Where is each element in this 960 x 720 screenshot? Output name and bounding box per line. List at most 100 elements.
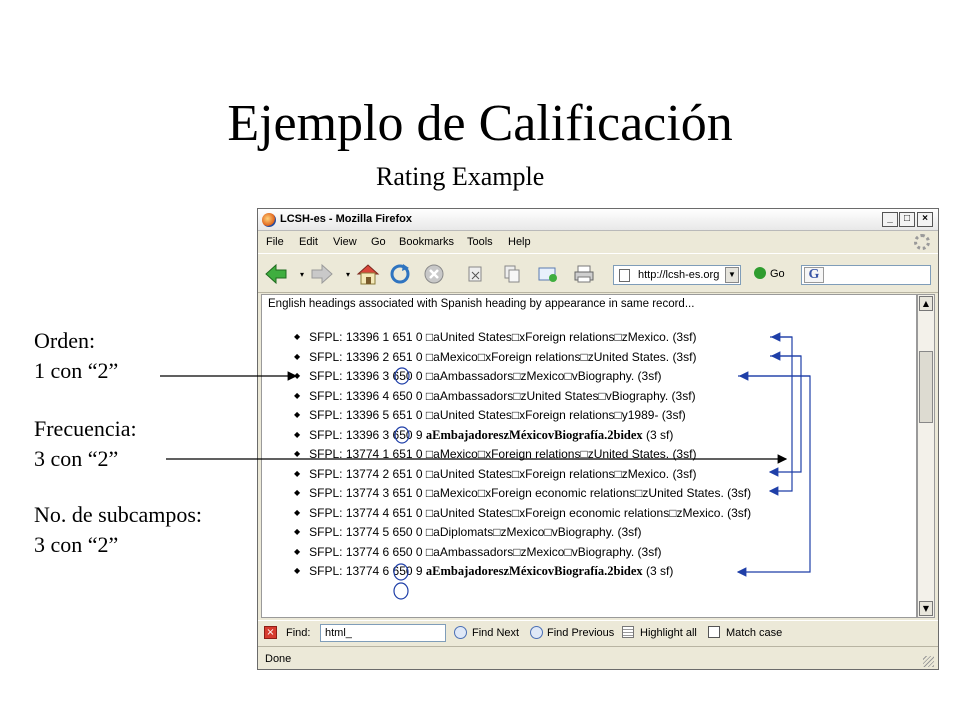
record-heading: □aUnited States□xForeign relations□zMexi… <box>425 466 697 481</box>
menu-bookmarks[interactable]: Bookmarks <box>399 236 454 248</box>
slide-subtitle: Rating Example <box>376 162 545 191</box>
match-case-label[interactable]: Match case <box>726 627 782 639</box>
record-prefix: SFPL: 13774 5 650 0 <box>309 525 426 539</box>
google-search-icon[interactable]: G <box>804 267 824 283</box>
record-item: SFPL: 13396 5 651 0 □aUnited States□xFor… <box>294 408 751 428</box>
new-window-icon <box>538 267 557 282</box>
record-heading: □aMexico□xForeign relations□zUnited Stat… <box>425 447 697 461</box>
throbber-icon <box>914 234 930 250</box>
status-bar: Done <box>258 646 938 669</box>
record-item: SFPL: 13774 5 650 0 □aDiplomats□zMexico□… <box>294 525 751 545</box>
note-orden-label: Orden: <box>34 328 96 353</box>
find-input[interactable]: html_ <box>320 624 446 642</box>
minimize-button[interactable]: _ <box>882 212 898 227</box>
stop-button[interactable] <box>422 262 446 286</box>
record-prefix: SFPL: 13774 2 651 0 <box>309 466 426 481</box>
record-prefix: SFPL: 13396 3 650 9 <box>309 427 426 442</box>
status-text: Done <box>265 653 292 665</box>
copy-button[interactable] <box>500 262 524 286</box>
search-bar[interactable]: G <box>801 265 931 285</box>
note-subcampos-label: No. de subcampos: <box>34 502 203 527</box>
back-button[interactable] <box>264 262 288 286</box>
record-prefix: SFPL: 13774 3 651 0 <box>309 486 426 500</box>
record-item: SFPL: 13396 4 650 0 □aAmbassadors□zUnite… <box>294 389 751 409</box>
record-heading: □aAmbassadors□zMexico□vBiography. (3sf) <box>425 369 662 383</box>
note-frecuencia-label: Frecuencia: <box>34 416 137 441</box>
browser-window: LCSH-es - Mozilla Firefox _ □ × File Edi… <box>257 208 939 670</box>
record-heading: □aUnited States□xForeign relations□y1989… <box>425 408 686 422</box>
maximize-button[interactable]: □ <box>899 212 915 227</box>
reload-button[interactable] <box>388 262 412 286</box>
record-prefix: SFPL: 13396 3 650 0 <box>309 369 426 383</box>
note-orden: Orden: 1 con “2” <box>34 326 118 386</box>
menu-tools[interactable]: Tools <box>467 236 493 248</box>
navigation-toolbar: ▾ ▾ http://lcsh-es.org ▼ Go G <box>258 253 938 293</box>
find-previous-icon[interactable] <box>530 626 543 639</box>
record-prefix: SFPL: 13774 4 651 0 <box>309 505 426 520</box>
match-case-checkbox[interactable] <box>708 626 720 638</box>
record-heading-bold: aEmbajadoreszMéxicovBiografía.2bidex <box>425 427 643 442</box>
forward-button[interactable] <box>310 262 334 286</box>
note-orden-value: 1 con “2” <box>34 358 119 383</box>
intro-text: English headings associated with Spanish… <box>268 298 695 310</box>
url-bar[interactable]: http://lcsh-es.org ▼ <box>613 265 741 285</box>
note-subcampos-value: 3 con “2” <box>34 532 119 557</box>
forward-arrow-icon <box>311 263 333 285</box>
menu-go[interactable]: Go <box>371 236 386 248</box>
record-list: SFPL: 13396 1 651 0 □aUnited States□xFor… <box>294 330 751 584</box>
record-heading: □aUnited States□xForeign economic relati… <box>425 505 752 520</box>
url-text: http://lcsh-es.org <box>638 269 720 281</box>
url-dropdown-icon[interactable]: ▼ <box>725 267 739 283</box>
record-item: SFPL: 13774 6 650 9 aEmbajadoreszMéxicov… <box>294 564 751 584</box>
record-prefix: SFPL: 13396 4 650 0 <box>309 388 426 403</box>
highlight-all-button[interactable]: Highlight all <box>640 627 697 639</box>
record-item: SFPL: 13396 2 651 0 □aMexico□xForeign re… <box>294 350 751 370</box>
record-heading: □aMexico□xForeign economic relations□zUn… <box>425 486 752 500</box>
new-window-button[interactable] <box>536 262 560 286</box>
record-item: SFPL: 13774 4 651 0 □aUnited States□xFor… <box>294 506 751 526</box>
go-icon <box>754 267 766 279</box>
home-button[interactable] <box>356 262 380 286</box>
record-item: SFPL: 13396 1 651 0 □aUnited States□xFor… <box>294 330 751 350</box>
record-prefix: SFPL: 13396 1 651 0 <box>309 330 426 344</box>
record-prefix: SFPL: 13774 6 650 0 <box>309 544 426 559</box>
note-frecuencia: Frecuencia: 3 con “2” <box>34 414 137 474</box>
print-button[interactable] <box>572 262 596 286</box>
note-frecuencia-value: 3 con “2” <box>34 446 119 471</box>
reload-icon <box>390 264 410 284</box>
record-heading-bold: aEmbajadoreszMéxicovBiografía.2bidex <box>425 564 643 578</box>
scroll-down-icon[interactable]: ▼ <box>919 601 933 616</box>
record-prefix: SFPL: 13396 2 651 0 <box>309 349 426 364</box>
cut-icon <box>468 266 482 282</box>
scroll-up-icon[interactable]: ▲ <box>919 296 933 311</box>
record-item: SFPL: 13396 3 650 9 aEmbajadoreszMéxicov… <box>294 428 751 448</box>
resize-grip[interactable] <box>923 656 934 667</box>
menu-view[interactable]: View <box>333 236 357 248</box>
window-title: LCSH-es - Mozilla Firefox <box>280 213 413 225</box>
cut-button[interactable] <box>464 262 488 286</box>
record-heading: (3 sf) <box>642 427 674 442</box>
close-find-icon[interactable]: × <box>264 626 277 639</box>
title-bar[interactable]: LCSH-es - Mozilla Firefox _ □ × <box>258 209 938 231</box>
record-item: SFPL: 13774 6 650 0 □aAmbassadors□zMexic… <box>294 545 751 565</box>
record-item: SFPL: 13774 3 651 0 □aMexico□xForeign ec… <box>294 486 751 506</box>
go-button[interactable]: Go <box>754 267 785 280</box>
printer-icon <box>574 265 594 283</box>
menu-edit[interactable]: Edit <box>299 236 318 248</box>
vertical-scrollbar[interactable]: ▲ ▼ <box>917 294 935 618</box>
find-bar: × Find: html_ Find Next Find Previous Hi… <box>258 620 938 644</box>
record-item: SFPL: 13774 2 651 0 □aUnited States□xFor… <box>294 467 751 487</box>
menu-help[interactable]: Help <box>508 236 531 248</box>
firefox-icon <box>262 213 276 227</box>
close-button[interactable]: × <box>917 212 933 227</box>
find-previous-button[interactable]: Find Previous <box>547 627 614 639</box>
copy-icon <box>504 265 520 283</box>
find-next-button[interactable]: Find Next <box>472 627 519 639</box>
find-next-icon[interactable] <box>454 626 467 639</box>
record-heading: (3 sf) <box>642 564 674 578</box>
menu-file[interactable]: File <box>266 236 284 248</box>
highlight-icon[interactable] <box>622 626 634 638</box>
scroll-thumb[interactable] <box>919 351 933 423</box>
record-prefix: SFPL: 13774 6 650 9 <box>309 564 426 578</box>
find-label: Find: <box>286 627 311 639</box>
